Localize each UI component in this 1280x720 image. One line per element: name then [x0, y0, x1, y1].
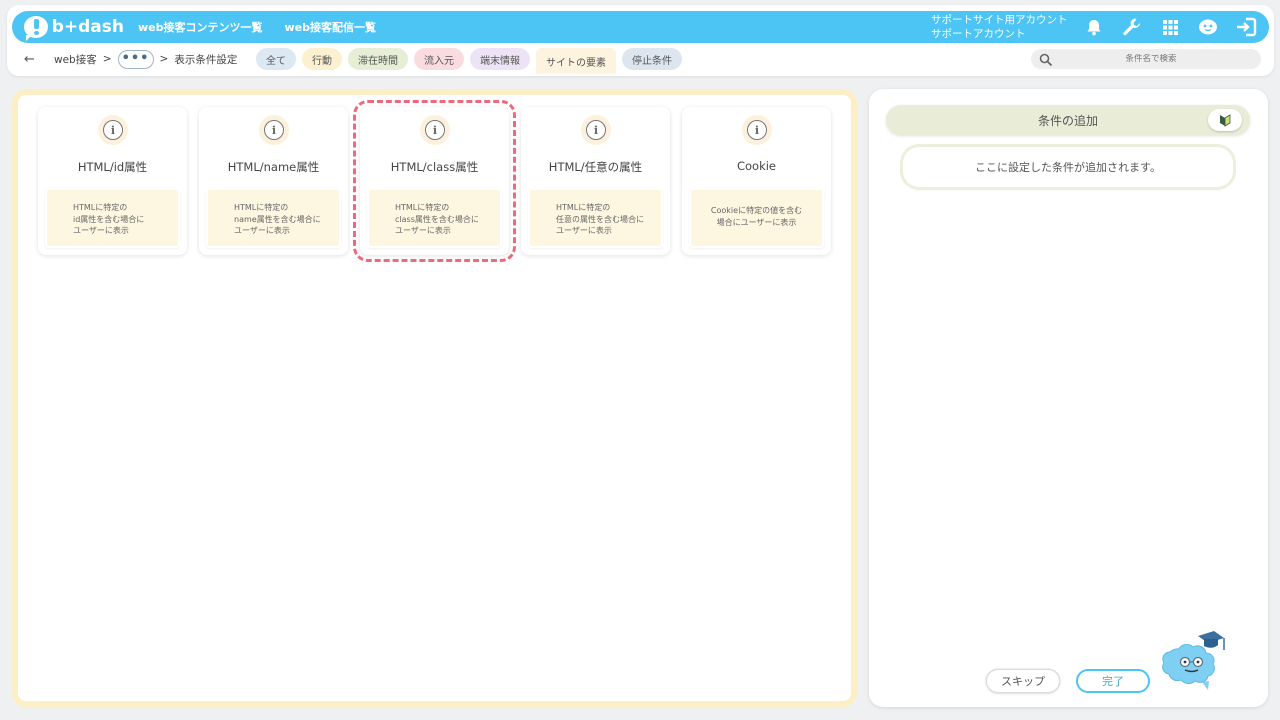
logo-icon	[24, 16, 48, 41]
nav-content-list[interactable]: web接客コンテンツ一覧	[138, 19, 263, 35]
add-condition-header: 条件の追加	[886, 105, 1250, 135]
bell-icon[interactable]	[1083, 16, 1105, 38]
support-icon[interactable]	[1197, 16, 1219, 38]
added-conditions-panel: 条件の追加 ここに設定した条件が追加されます。 スキップ 完了	[869, 89, 1268, 707]
account-site: サポートサイト用アカウント	[931, 14, 1068, 26]
breadcrumb: ← web接客 > ••• > 表示条件設定	[24, 47, 237, 71]
search-icon	[1039, 52, 1053, 67]
filter-behavior[interactable]: 行動	[302, 48, 342, 70]
top-navbar: b+dash web接客コンテンツ一覧 web接客配信一覧 サポートサイト用アカ…	[12, 11, 1269, 43]
filter-referrer[interactable]: 流入元	[414, 48, 464, 70]
condition-card-html-name[interactable]: i HTML/name属性 HTMLに特定の name属性を含む場合に ユーザー…	[199, 107, 348, 255]
search-input[interactable]	[1061, 54, 1241, 64]
card-title: HTML/class属性	[390, 160, 479, 174]
wrench-icon[interactable]	[1121, 16, 1143, 38]
info-icon[interactable]: i	[742, 115, 772, 145]
account-name: サポートアカウント	[931, 28, 1026, 40]
condition-card-cookie[interactable]: i Cookie Cookieに特定の値を含む 場合にユーザーに表示	[682, 107, 831, 255]
condition-drop-area[interactable]: ここに設定した条件が追加されます。	[903, 147, 1233, 187]
filter-all[interactable]: 全て	[256, 48, 296, 70]
card-description: HTMLに特定の name属性を含む場合に ユーザーに表示	[206, 188, 341, 248]
add-condition-title: 条件の追加	[1037, 113, 1098, 128]
info-icon[interactable]: i	[420, 115, 450, 145]
account-info[interactable]: サポートサイト用アカウント サポートアカウント	[931, 13, 1073, 41]
beginner-mark-icon[interactable]	[1208, 109, 1242, 131]
done-button[interactable]: 完了	[1076, 669, 1150, 693]
logout-icon[interactable]	[1235, 16, 1257, 38]
top-nav: web接客コンテンツ一覧 web接客配信一覧	[138, 19, 376, 35]
info-icon[interactable]: i	[259, 115, 289, 145]
logo-text: b+dash	[51, 17, 124, 37]
card-title: HTML/任意の属性	[548, 160, 643, 174]
filter-stay-time[interactable]: 滞在時間	[348, 48, 408, 70]
back-arrow-icon[interactable]: ←	[24, 52, 42, 67]
card-description: HTMLに特定の 任意の属性を含む場合に ユーザーに表示	[528, 188, 663, 248]
breadcrumb-root[interactable]: web接客	[54, 52, 97, 67]
grid-icon[interactable]	[1159, 16, 1181, 38]
card-title: HTML/id属性	[77, 160, 148, 174]
breadcrumb-separator: >	[159, 53, 169, 65]
card-description: HTMLに特定の id属性を含む場合に ユーザーに表示	[45, 188, 180, 248]
breadcrumb-separator: >	[102, 53, 112, 65]
card-title: Cookie	[736, 159, 777, 173]
search-box	[1031, 49, 1261, 69]
breadcrumb-more-button[interactable]: •••	[117, 49, 154, 69]
filter-chips: 全て 行動 滞在時間 流入元 端末情報 サイトの要素 停止条件	[256, 48, 682, 74]
skip-button[interactable]: スキップ	[987, 670, 1059, 692]
mascot-icon	[1158, 624, 1230, 690]
condition-list-panel: i HTML/id属性 HTMLに特定の id属性を含む場合に ユーザーに表示 …	[12, 89, 857, 707]
card-description: Cookieに特定の値を含む 場合にユーザーに表示	[689, 188, 824, 248]
info-icon[interactable]: i	[581, 115, 611, 145]
card-description: HTMLに特定の class属性を含む場合に ユーザーに表示	[367, 188, 502, 248]
info-icon[interactable]: i	[98, 115, 128, 145]
logo[interactable]: b+dash	[24, 16, 124, 41]
filter-site-elements[interactable]: サイトの要素	[536, 48, 616, 74]
condition-card-html-any[interactable]: i HTML/任意の属性 HTMLに特定の 任意の属性を含む場合に ユーザーに表…	[521, 107, 670, 255]
breadcrumb-current: 表示条件設定	[174, 53, 238, 66]
filter-device[interactable]: 端末情報	[470, 48, 530, 70]
condition-card-html-class[interactable]: i HTML/class属性 HTMLに特定の class属性を含む場合に ユー…	[353, 100, 516, 262]
condition-card-html-id[interactable]: i HTML/id属性 HTMLに特定の id属性を含む場合に ユーザーに表示	[38, 107, 187, 255]
card-title: HTML/name属性	[227, 160, 320, 174]
nav-delivery-list[interactable]: web接客配信一覧	[285, 19, 377, 35]
filter-stop-condition[interactable]: 停止条件	[622, 48, 682, 70]
